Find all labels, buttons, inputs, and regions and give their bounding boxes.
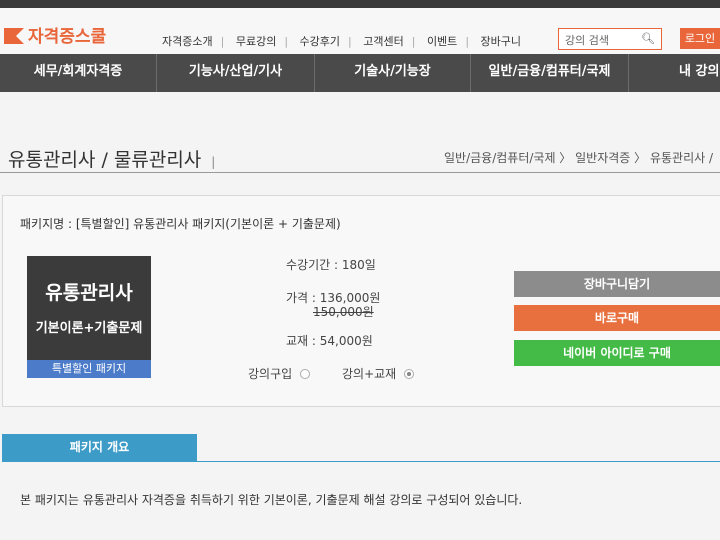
naver-buy-button[interactable]: 네이버 아이디로 구매	[514, 340, 720, 366]
menu-technician[interactable]: 기능사/산업/기사	[157, 54, 315, 92]
add-to-cart-button[interactable]: 장바구니담기	[514, 271, 720, 297]
menu-my-lectures[interactable]: 내 강의	[629, 54, 720, 92]
login-button[interactable]: 로그인	[680, 28, 720, 49]
nav-cart-link[interactable]: 장바구니	[481, 35, 521, 48]
title-divider	[0, 172, 720, 173]
nav-support-link[interactable]: 고객센터	[363, 35, 403, 48]
package-name: 패키지명 : [특별할인] 유통관리사 패키지(기본이론 + 기출문제)	[20, 217, 341, 231]
search-placeholder: 강의 검색	[565, 34, 609, 47]
top-nav: 자격증소개 | 무료강의 | 수강후기 | 고객센터 | 이벤트 | 장바구니	[162, 35, 522, 48]
option-lecture-textbook-label: 강의+교재	[342, 367, 397, 381]
package-description: 본 패키지는 유통관리사 자격증을 취득하기 위한 기본이론, 기출문제 해설 …	[20, 493, 523, 507]
search-input[interactable]: 강의 검색 🔍︎	[558, 28, 662, 50]
logo-icon	[4, 28, 24, 44]
page-title: 유통관리사 / 물류관리사 |	[8, 149, 216, 171]
site-logo[interactable]: 자격증스쿨	[4, 22, 106, 47]
nav-free-lecture-link[interactable]: 무료강의	[236, 35, 276, 48]
menu-professional-engineer[interactable]: 기술사/기능장	[315, 54, 471, 92]
nav-intro-link[interactable]: 자격증소개	[162, 35, 213, 48]
nav-event-link[interactable]: 이벤트	[427, 35, 457, 48]
menu-tax-accounting[interactable]: 세무/회계자격증	[0, 54, 157, 92]
search-icon[interactable]: 🔍︎	[641, 32, 655, 45]
logo-text: 자격증스쿨	[28, 27, 107, 47]
header: 자격증스쿨 자격증소개 | 무료강의 | 수강후기 | 고객센터 | 이벤트 | 장바구니…	[0, 8, 720, 54]
category-menu: 세무/회계자격증 기능사/산업/기사 기술사/기능장 일반/금융/컴퓨터/국제 …	[0, 54, 720, 92]
buy-now-button[interactable]: 바로구매	[514, 305, 720, 331]
option-lecture[interactable]: 강의구입	[248, 365, 311, 382]
tab-underline	[2, 461, 720, 462]
menu-general-finance[interactable]: 일반/금융/컴퓨터/국제	[471, 54, 629, 92]
top-strip	[0, 0, 720, 8]
option-lecture-radio[interactable]	[300, 369, 311, 379]
nav-reviews-link[interactable]: 수강후기	[300, 35, 340, 48]
textbook-price: 교재 : 54,000원	[286, 334, 373, 348]
option-lecture-textbook-radio[interactable]	[404, 369, 415, 379]
package-cover-image: 유통관리사 기본이론+기출문제 특별할인 패키지	[27, 256, 151, 378]
breadcrumb[interactable]: 일반/금융/컴퓨터/국제 〉 일반자격증 〉 유통관리사 /	[444, 149, 713, 166]
cover-badge: 특별할인 패키지	[27, 360, 151, 378]
original-price: 150,000원	[313, 305, 374, 319]
option-lecture-label: 강의구입	[248, 367, 293, 381]
cover-title: 유통관리사	[45, 282, 133, 304]
study-period: 수강기간 : 180일	[286, 258, 376, 272]
option-lecture-textbook[interactable]: 강의+교재	[342, 365, 415, 382]
cover-subtitle: 기본이론+기출문제	[35, 321, 143, 336]
tab-package-overview[interactable]: 패키지 개요	[2, 434, 197, 461]
